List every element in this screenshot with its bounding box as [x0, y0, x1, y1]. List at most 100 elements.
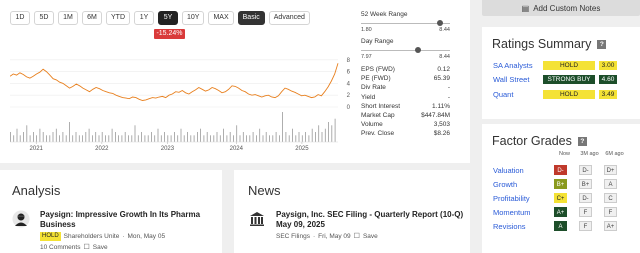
factor-row-growth: Growth B+ B+ A: [493, 179, 629, 189]
volume-bar: [144, 135, 146, 142]
volume-bar: [331, 125, 333, 142]
volume-bar: [160, 135, 162, 142]
grade-6m: A: [604, 179, 617, 189]
volume-bar: [265, 132, 267, 142]
rating-row-sa-analysts: SA Analysts HOLD 3.00: [493, 60, 630, 70]
volume-bar: [134, 125, 136, 142]
analysis-author[interactable]: Shareholders Unite: [64, 233, 120, 240]
factor-grades-header: Factor Grades ?: [492, 134, 587, 148]
ratings-summary-title: Ratings Summary: [492, 37, 592, 51]
analysis-comments-link[interactable]: 10 Comments: [40, 244, 80, 251]
volume-bar: [101, 132, 103, 142]
stat-eps-fwd: EPS (FWD) 0.12: [361, 65, 450, 74]
period-5y-button[interactable]: 5Y: [158, 11, 178, 25]
factor-name[interactable]: Profitability: [493, 194, 554, 203]
period-6m-button[interactable]: 6M: [82, 11, 102, 25]
volume-bar: [92, 135, 93, 142]
analysis-article-title[interactable]: Paysign: Impressive Growth In Its Pharma…: [40, 210, 216, 230]
column-header-now: Now: [558, 151, 570, 157]
period-1m-button[interactable]: 1M: [58, 11, 78, 25]
volume-bar: [19, 135, 21, 142]
analysis-article[interactable]: Paysign: Impressive Growth In Its Pharma…: [40, 210, 216, 251]
week52-high: 8.44: [439, 27, 450, 33]
stat-label: Yield: [361, 93, 376, 101]
volume-bar: [13, 135, 15, 142]
stat-value: 1.11%: [432, 102, 450, 110]
period-10y-button[interactable]: 10Y: [182, 11, 205, 25]
volume-bar: [252, 132, 254, 142]
factor-grades-title: Factor Grades: [492, 134, 572, 148]
bookmark-icon[interactable]: ☐: [83, 243, 89, 251]
rating-row-quant: Quant HOLD 3.49: [493, 89, 630, 99]
volume-bar: [282, 112, 283, 142]
volume-bar: [262, 135, 264, 142]
day-high: 8.44: [439, 54, 450, 60]
y-tick-label: 4: [347, 81, 351, 87]
factor-row-profitability: Profitability C+ D- C: [493, 193, 629, 203]
stat-prev-close: Prev. Close $8.26: [361, 129, 450, 138]
volume-bar: [59, 135, 60, 142]
volume-bar: [88, 128, 90, 142]
volume-bar: [174, 132, 175, 142]
notes-icon: ▤: [521, 3, 530, 13]
news-save-button[interactable]: Save: [363, 233, 378, 240]
volume-bar: [39, 128, 41, 142]
factor-name[interactable]: Valuation: [493, 166, 554, 175]
volume-bar: [170, 135, 172, 142]
factor-grades-column-headers: Now 3M ago 6M ago: [552, 151, 627, 157]
volume-bar: [164, 132, 165, 142]
volume-bar: [105, 135, 106, 142]
analysis-rating-badge: HOLD: [40, 232, 61, 241]
volume-bar: [167, 135, 169, 142]
volume-bar: [121, 135, 123, 142]
news-article-title[interactable]: Paysign, Inc. SEC Filing - Quarterly Rep…: [276, 210, 466, 230]
rating-row-wall-street: Wall Street STRONG BUY 4.60: [493, 74, 630, 84]
factor-name[interactable]: Revisions: [493, 222, 554, 231]
factor-row-valuation: Valuation D- D- D+: [493, 165, 629, 175]
day-range-marker: [414, 47, 421, 53]
period-1y-button[interactable]: 1Y: [134, 11, 154, 25]
rating-name[interactable]: Wall Street: [493, 75, 543, 84]
news-article[interactable]: Paysign, Inc. SEC Filing - Quarterly Rep…: [276, 210, 466, 240]
volume-bar: [10, 132, 11, 142]
week52-range-marker: [437, 20, 444, 26]
week52-range-values: 1.80 8.44: [361, 27, 450, 33]
analysis-section-title: Analysis: [12, 183, 61, 198]
volume-bar: [246, 135, 247, 142]
stat-value: $8.26: [433, 130, 450, 138]
factor-name[interactable]: Growth: [493, 180, 554, 189]
y-tick-label: 8: [347, 58, 351, 64]
period-ytd-button[interactable]: YTD: [106, 11, 130, 25]
factor-name[interactable]: Momentum: [493, 208, 554, 217]
help-icon[interactable]: ?: [577, 136, 587, 146]
week52-low: 1.80: [361, 27, 372, 33]
advanced-mode-button[interactable]: Advanced: [268, 11, 310, 25]
rating-name[interactable]: Quant: [493, 90, 543, 99]
volume-bar: [124, 132, 126, 142]
author-avatar-icon: [12, 210, 30, 228]
price-chart: 8 6 4 2 0 2021 2022 2023 2024 2025: [10, 58, 351, 152]
basic-mode-button[interactable]: Basic: [237, 11, 265, 25]
period-5d-button[interactable]: 5D: [34, 11, 54, 25]
volume-bar: [82, 135, 83, 142]
analysis-save-button[interactable]: Save: [93, 244, 108, 251]
x-tick-label: 2025: [295, 146, 309, 152]
stat-label: Short Interest: [361, 102, 401, 110]
volume-bar: [98, 135, 100, 142]
grade-6m: F: [604, 207, 617, 217]
add-custom-notes-label: Add Custom Notes: [533, 3, 601, 13]
meta-separator: ·: [312, 232, 316, 240]
add-custom-notes-button[interactable]: ▤ Add Custom Notes: [482, 0, 640, 16]
volume-bar: [42, 132, 44, 142]
rating-score: 3.49: [599, 89, 617, 99]
volume-bar: [256, 135, 257, 142]
bookmark-icon[interactable]: ☐: [354, 232, 360, 240]
rating-name[interactable]: SA Analysts: [493, 61, 543, 70]
rating-score: 3.00: [599, 60, 617, 70]
volume-bar: [118, 135, 119, 142]
period-max-button[interactable]: MAX: [208, 11, 234, 25]
help-icon[interactable]: ?: [597, 39, 607, 49]
period-1d-button[interactable]: 1D: [10, 11, 30, 25]
stat-label: Prev. Close: [361, 130, 395, 138]
y-tick-label: 0: [347, 105, 351, 111]
